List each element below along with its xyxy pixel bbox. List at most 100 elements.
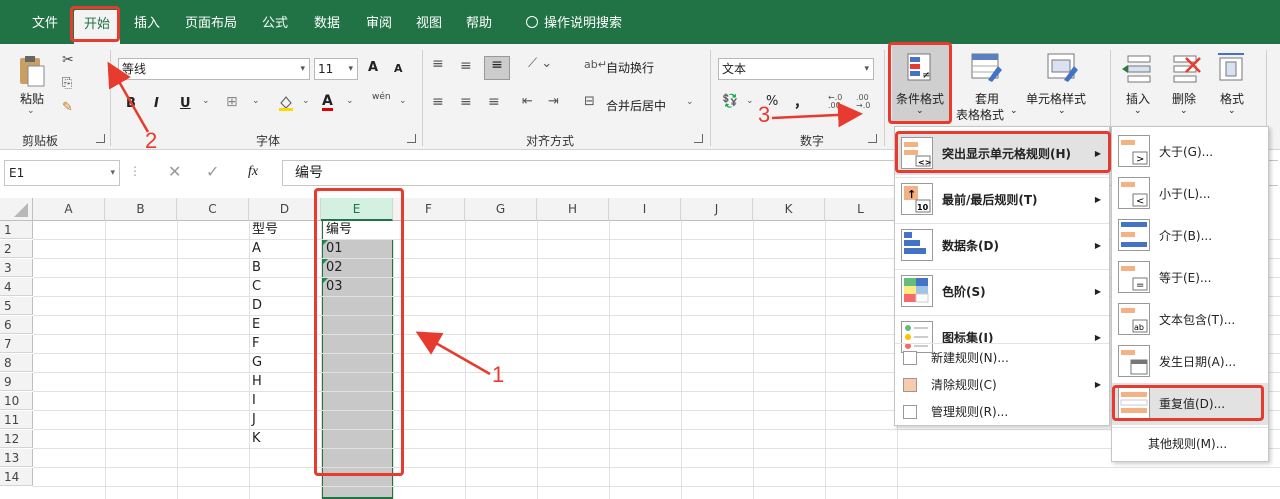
bold-button[interactable]: B	[126, 96, 136, 111]
copy-icon[interactable]: ⎘	[62, 76, 72, 91]
alignment-launcher-icon[interactable]	[694, 134, 703, 143]
decrease-decimal-icon[interactable]: .00 →.0	[856, 94, 870, 110]
cell-d8[interactable]: G	[249, 354, 321, 372]
underline-button[interactable]: U	[180, 96, 191, 111]
cut-icon[interactable]: ✂	[62, 52, 74, 68]
chevron-down-icon[interactable]: ⌄	[1180, 106, 1188, 116]
border-icon[interactable]: ⊞	[226, 94, 238, 110]
font-launcher-icon[interactable]	[407, 134, 416, 143]
column-header-l[interactable]: L	[825, 198, 897, 221]
increase-decimal-icon[interactable]: ←.0.00	[828, 94, 842, 110]
row-header-11[interactable]: 11	[0, 411, 33, 429]
chevron-down-icon[interactable]: ⌄	[1134, 106, 1142, 116]
currency-icon[interactable]: 💱	[722, 94, 738, 109]
row-header-9[interactable]: 9	[0, 373, 33, 391]
tab-view[interactable]: 视图	[406, 0, 452, 44]
cell-d3[interactable]: B	[249, 259, 321, 277]
wrap-text-button[interactable]: 自动换行	[606, 59, 654, 76]
paste-icon[interactable]	[14, 54, 48, 88]
align-center-icon[interactable]: ≡	[460, 94, 472, 110]
row-header-5[interactable]: 5	[0, 297, 33, 315]
insert-cells-button[interactable]: 插入	[1126, 90, 1150, 107]
cell-d10[interactable]: I	[249, 392, 321, 410]
tab-formulas[interactable]: 公式	[252, 0, 298, 44]
submenu-item-date-occurring[interactable]: 发生日期(A)...	[1112, 341, 1268, 383]
tab-review[interactable]: 审阅	[356, 0, 402, 44]
row-header-14[interactable]: 14	[0, 468, 33, 486]
column-header-g[interactable]: G	[465, 198, 537, 221]
row-header-4[interactable]: 4	[0, 278, 33, 296]
row-header-1[interactable]: 1	[0, 221, 33, 239]
cell-d4[interactable]: C	[249, 278, 321, 296]
chevron-down-icon[interactable]: ⌄	[1010, 106, 1018, 116]
column-header-h[interactable]: H	[537, 198, 609, 221]
column-header-a[interactable]: A	[33, 198, 105, 221]
format-as-table-label-2[interactable]: 表格格式	[956, 106, 1004, 123]
submenu-item-less-than[interactable]: < 小于(L)...	[1112, 173, 1268, 215]
chevron-down-icon[interactable]: ⌄	[202, 96, 210, 106]
cell-d11[interactable]: J	[249, 411, 321, 429]
number-launcher-icon[interactable]	[868, 134, 877, 143]
cell-d6[interactable]: E	[249, 316, 321, 334]
clipboard-launcher-icon[interactable]	[96, 134, 105, 143]
font-name-combo[interactable]: 等线 ▾	[118, 58, 310, 80]
submenu-item-text-contains[interactable]: ab 文本包含(T)...	[1112, 299, 1268, 341]
tab-help[interactable]: 帮助	[456, 0, 502, 44]
column-header-i[interactable]: I	[609, 198, 681, 221]
cell-d1[interactable]: 型号	[249, 221, 321, 239]
submenu-item-equal-to[interactable]: = 等于(E)...	[1112, 257, 1268, 299]
menu-item-manage-rules[interactable]: 管理规则(R)...	[895, 399, 1109, 425]
chevron-down-icon[interactable]: ⌄	[252, 96, 260, 106]
cell-d7[interactable]: F	[249, 335, 321, 353]
row-header-13[interactable]: 13	[0, 449, 33, 467]
chevron-down-icon[interactable]: ⌄	[1058, 106, 1066, 116]
align-middle-icon[interactable]: ≡	[460, 58, 472, 74]
chevron-down-icon[interactable]: ⌄	[686, 97, 694, 107]
row-header-12[interactable]: 12	[0, 430, 33, 448]
menu-item-top-bottom-rules[interactable]: ↑ 10 最前/最后规则(T) ▶	[895, 179, 1109, 221]
orientation-icon[interactable]: ⟋ ⌄	[528, 56, 552, 71]
chevron-down-icon[interactable]: ⌄	[399, 96, 407, 106]
font-size-combo[interactable]: 11 ▾	[314, 58, 358, 80]
chevron-down-icon[interactable]: ⌄	[746, 96, 754, 106]
menu-item-color-scales[interactable]: 色阶(S) ▶	[895, 271, 1109, 313]
column-header-j[interactable]: J	[681, 198, 753, 221]
insert-function-button[interactable]: fx	[248, 164, 258, 180]
row-header-8[interactable]: 8	[0, 354, 33, 372]
submenu-item-greater-than[interactable]: > 大于(G)...	[1112, 131, 1268, 173]
shrink-font-button[interactable]: A	[394, 62, 403, 75]
tab-insert[interactable]: 插入	[124, 0, 170, 44]
menu-item-new-rule[interactable]: 新建规则(N)...	[895, 345, 1109, 371]
cancel-icon[interactable]: ✕	[168, 162, 181, 181]
column-header-c[interactable]: C	[177, 198, 249, 221]
cell-styles-button[interactable]: 单元格样式	[1026, 90, 1086, 107]
number-format-combo[interactable]: 文本 ▾	[718, 58, 874, 80]
menu-item-clear-rules[interactable]: 清除规则(C) ▶	[895, 372, 1109, 398]
tab-file[interactable]: 文件	[22, 0, 68, 44]
delete-cells-button[interactable]: 删除	[1172, 90, 1196, 107]
cell-styles-icon[interactable]	[1044, 52, 1080, 84]
format-cells-button[interactable]: 格式	[1220, 90, 1244, 107]
align-right-icon[interactable]: ≡	[488, 94, 500, 110]
submenu-item-between[interactable]: 介于(B)...	[1112, 215, 1268, 257]
tab-page-layout[interactable]: 页面布局	[175, 0, 247, 44]
merge-center-button[interactable]: 合并后居中	[606, 97, 666, 114]
cell-d9[interactable]: H	[249, 373, 321, 391]
increase-indent-icon[interactable]: ⇥	[548, 94, 559, 109]
formula-bar-splitter[interactable]: ⋮	[128, 164, 142, 184]
enter-icon[interactable]: ✓	[206, 162, 219, 181]
column-header-b[interactable]: B	[105, 198, 177, 221]
row-header-3[interactable]: 3	[0, 259, 33, 277]
fill-color-icon[interactable]	[278, 94, 294, 111]
paste-button[interactable]: 粘贴	[20, 90, 44, 107]
row-header-7[interactable]: 7	[0, 335, 33, 353]
insert-cells-icon[interactable]	[1122, 52, 1154, 84]
paste-dropdown-icon[interactable]: ⌄	[27, 106, 35, 116]
decrease-indent-icon[interactable]: ⇤	[522, 94, 533, 109]
row-header-10[interactable]: 10	[0, 392, 33, 410]
format-as-table-label-1[interactable]: 套用	[975, 90, 999, 107]
phonetic-button[interactable]: wén	[372, 92, 391, 102]
row-header-6[interactable]: 6	[0, 316, 33, 334]
wrap-text-icon[interactable]: ab↵	[584, 58, 607, 71]
tell-me-search[interactable]: 操作说明搜索	[516, 0, 632, 44]
